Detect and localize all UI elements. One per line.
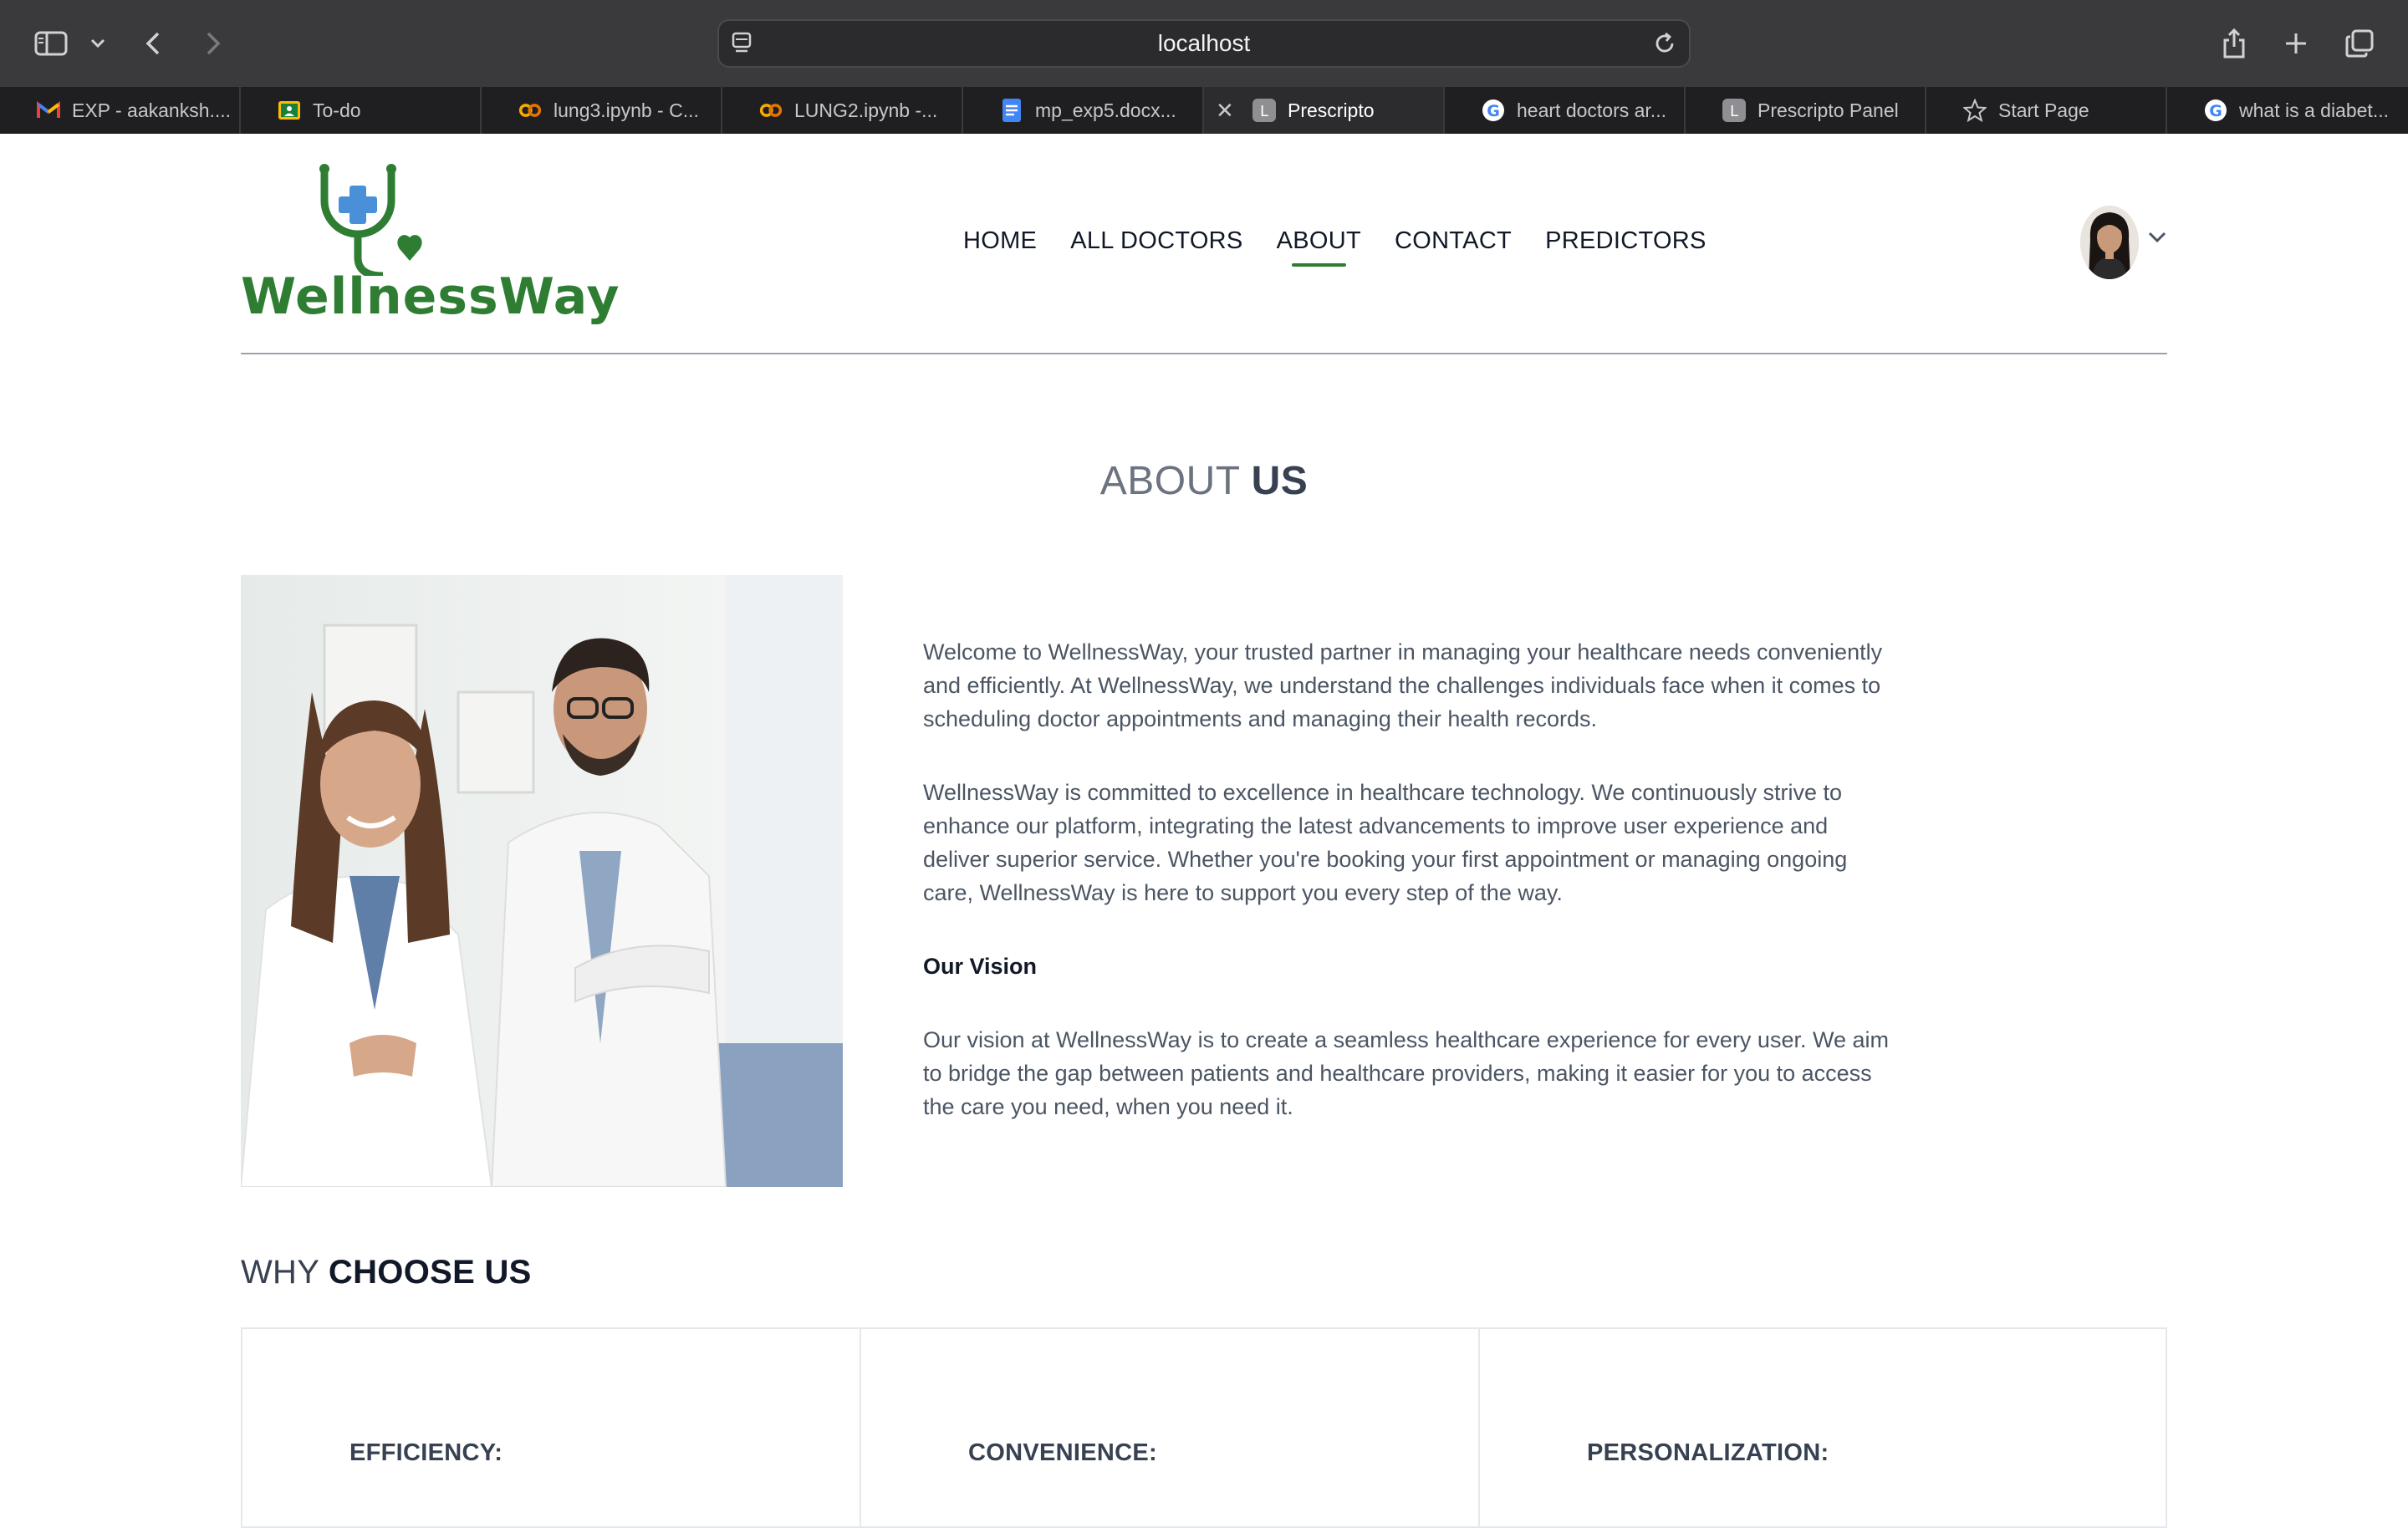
card-convenience[interactable]: CONVENIENCE: bbox=[860, 1327, 1478, 1528]
sidebar-toggle-icon[interactable] bbox=[32, 18, 70, 69]
svg-text:G: G bbox=[2209, 102, 2222, 120]
letter-l-icon: L bbox=[1722, 99, 1746, 122]
why-light: WHY bbox=[241, 1254, 319, 1291]
address-text: localhost bbox=[1157, 30, 1251, 56]
gmail-icon bbox=[37, 99, 60, 122]
stethoscope-icon bbox=[319, 164, 422, 276]
docs-icon bbox=[1000, 99, 1023, 122]
web-page: WellnessWay HOME ALL DOCTORS ABOUT CONTA… bbox=[0, 134, 2408, 1528]
vision-heading: Our Vision bbox=[923, 954, 1038, 979]
card-personalization[interactable]: PERSONALIZATION: bbox=[1478, 1327, 2167, 1528]
tab-label: LUNG2.ipynb -... bbox=[794, 99, 938, 121]
forward-icon[interactable] bbox=[201, 18, 226, 69]
main-nav: HOME ALL DOCTORS ABOUT CONTACT PREDICTOR… bbox=[963, 227, 1707, 267]
tab-label: EXP - aakanksh.... bbox=[72, 99, 232, 121]
why-choose-us-heading: WHY CHOOSE US bbox=[241, 1254, 532, 1291]
svg-text:L: L bbox=[1260, 103, 1268, 120]
tab-prescripto-panel[interactable]: L Prescripto Panel bbox=[1686, 87, 1926, 134]
google-icon: G bbox=[1482, 99, 1505, 122]
address-bar[interactable]: localhost bbox=[717, 19, 1691, 68]
browser-toolbar: localhost bbox=[0, 0, 2408, 87]
chevron-down-icon[interactable] bbox=[87, 18, 109, 69]
tab-heart-doctors[interactable]: G heart doctors ar... bbox=[1445, 87, 1686, 134]
tab-lung2[interactable]: LUNG2.ipynb -... bbox=[722, 87, 963, 134]
colab-icon bbox=[759, 99, 783, 122]
title-light: ABOUT bbox=[1099, 459, 1240, 503]
nav-about[interactable]: ABOUT bbox=[1277, 227, 1361, 267]
card-title: PERSONALIZATION: bbox=[1587, 1439, 1829, 1466]
tab-label: Start Page bbox=[1998, 99, 2089, 121]
page-title: ABOUT US bbox=[0, 458, 2408, 504]
tab-gmail[interactable]: EXP - aakanksh.... bbox=[0, 87, 241, 134]
tab-label: lung3.ipynb - C... bbox=[554, 99, 699, 121]
tab-overview-icon[interactable] bbox=[2343, 18, 2376, 69]
colab-icon bbox=[518, 99, 542, 122]
star-icon bbox=[1963, 99, 1987, 122]
avatar[interactable] bbox=[2080, 206, 2139, 279]
nav-contact[interactable]: CONTACT bbox=[1395, 227, 1512, 255]
tab-todo[interactable]: To-do bbox=[241, 87, 482, 134]
tab-bar: EXP - aakanksh.... To-do lung3.ipynb - C… bbox=[0, 87, 2408, 134]
back-icon[interactable] bbox=[140, 18, 166, 69]
nav-predictors[interactable]: PREDICTORS bbox=[1545, 227, 1707, 255]
doctors-photo bbox=[241, 575, 843, 1187]
new-tab-icon[interactable] bbox=[2281, 18, 2311, 69]
tab-label: To-do bbox=[313, 99, 361, 121]
nav-all-doctors[interactable]: ALL DOCTORS bbox=[1070, 227, 1242, 255]
tab-label: Prescripto bbox=[1288, 99, 1375, 121]
brand-logo[interactable]: WellnessWay bbox=[241, 159, 620, 326]
title-bold: US bbox=[1251, 459, 1309, 503]
header-divider bbox=[241, 353, 2167, 354]
card-title: CONVENIENCE: bbox=[968, 1439, 1157, 1466]
about-paragraph: Welcome to WellnessWay, your trusted par… bbox=[923, 639, 1883, 731]
nav-home[interactable]: HOME bbox=[963, 227, 1037, 255]
tab-label: mp_exp5.docx... bbox=[1035, 99, 1176, 121]
tab-prescripto[interactable]: ✕ L Prescripto bbox=[1204, 87, 1445, 134]
google-icon: G bbox=[2204, 99, 2227, 122]
brand-name: WellnessWay bbox=[241, 267, 620, 326]
tab-lung3[interactable]: lung3.ipynb - C... bbox=[482, 87, 722, 134]
card-efficiency[interactable]: EFFICIENCY: bbox=[241, 1327, 860, 1528]
share-icon[interactable] bbox=[2219, 18, 2249, 69]
vision-paragraph: Our vision at WellnessWay is to create a… bbox=[923, 1027, 1889, 1119]
tab-mp-exp5[interactable]: mp_exp5.docx... bbox=[963, 87, 1204, 134]
tab-label: Prescripto Panel bbox=[1758, 99, 1899, 121]
why-cards: EFFICIENCY: CONVENIENCE: PERSONALIZATION… bbox=[241, 1327, 2167, 1528]
card-title: EFFICIENCY: bbox=[349, 1439, 503, 1466]
svg-text:G: G bbox=[1487, 102, 1500, 120]
tab-label: what is a diabet... bbox=[2239, 99, 2389, 121]
tab-label: heart doctors ar... bbox=[1517, 99, 1666, 121]
letter-l-icon: L bbox=[1252, 99, 1276, 122]
reload-icon[interactable] bbox=[1652, 31, 1677, 62]
page-settings-icon[interactable] bbox=[731, 31, 754, 62]
classroom-icon bbox=[278, 99, 301, 122]
why-bold: CHOOSE US bbox=[328, 1254, 532, 1291]
about-paragraph: WellnessWay is committed to excellence i… bbox=[923, 780, 1848, 905]
chevron-down-icon[interactable] bbox=[2147, 231, 2167, 248]
tab-diabetes[interactable]: G what is a diabet... bbox=[2167, 87, 2408, 134]
about-content: Welcome to WellnessWay, your trusted par… bbox=[923, 635, 1893, 1164]
close-icon[interactable]: ✕ bbox=[1216, 99, 1234, 122]
tab-start-page[interactable]: Start Page bbox=[1926, 87, 2167, 134]
svg-text:L: L bbox=[1730, 103, 1738, 120]
